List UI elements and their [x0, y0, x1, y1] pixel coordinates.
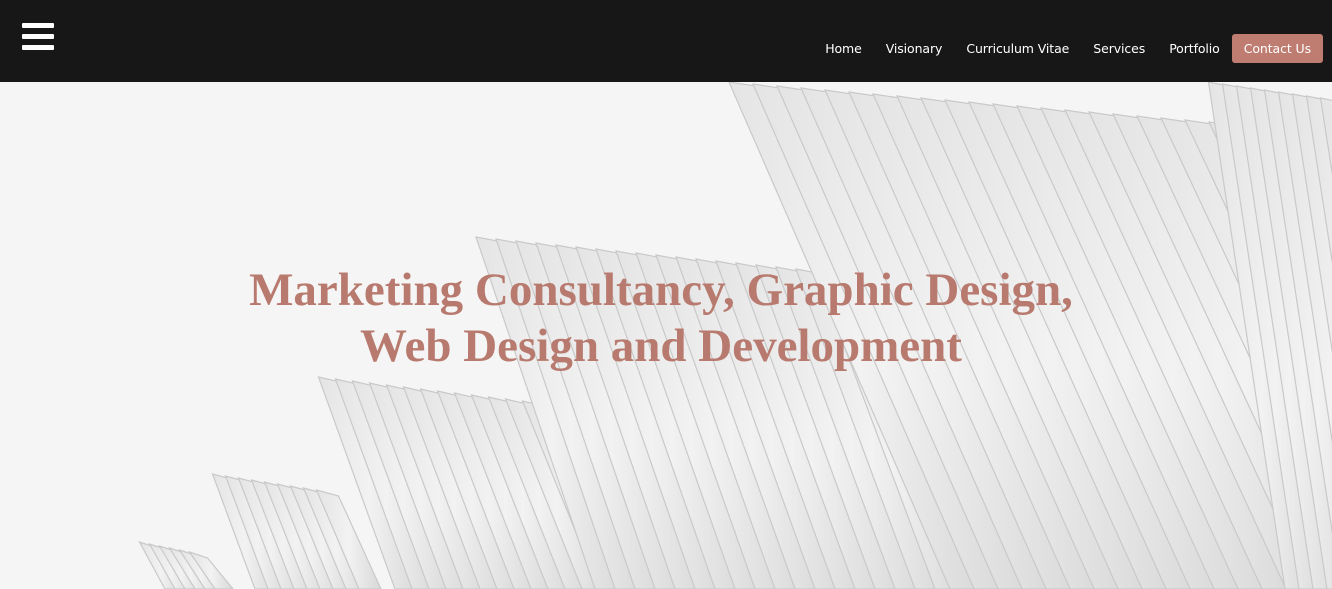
- nav-link-curriculum-vitae[interactable]: Curriculum Vitae: [966, 41, 1069, 56]
- top-navigation-bar: Home Visionary Curriculum Vitae Services…: [0, 0, 1332, 82]
- nav-link-home[interactable]: Home: [825, 41, 862, 56]
- nav-link-visionary[interactable]: Visionary: [886, 41, 943, 56]
- hero-headline-line-2: Web Design and Development: [360, 320, 962, 372]
- nav-link-services[interactable]: Services: [1093, 41, 1145, 56]
- contact-us-button[interactable]: Contact Us: [1231, 34, 1323, 63]
- nav-link-portfolio[interactable]: Portfolio: [1169, 41, 1220, 56]
- hero-headline: Marketing Consultancy, Graphic Design, W…: [0, 262, 1322, 374]
- hamburger-menu-icon[interactable]: [22, 23, 54, 51]
- hero-headline-line-1: Marketing Consultancy, Graphic Design,: [249, 264, 1073, 316]
- main-navigation: Home Visionary Curriculum Vitae Services…: [825, 34, 1323, 63]
- hero-banner: Marketing Consultancy, Graphic Design, W…: [0, 82, 1332, 589]
